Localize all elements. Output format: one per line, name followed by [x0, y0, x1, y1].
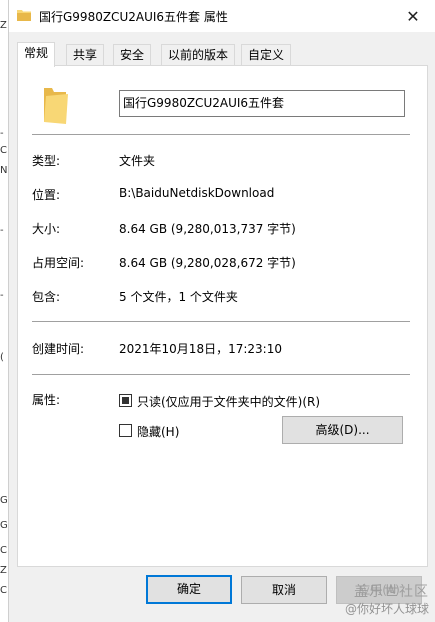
hidden-checkbox[interactable]	[119, 424, 132, 437]
title-bar[interactable]: 国行G9980ZCU2AUI6五件套 属性 ✕	[9, 0, 435, 32]
properties-dialog: 国行G9980ZCU2AUI6五件套 属性 ✕ 常规 共享 安全 以前的版本 自…	[8, 0, 435, 622]
background-char: C	[0, 145, 7, 156]
background-char: (	[0, 352, 4, 363]
separator	[32, 321, 410, 322]
background-char: G	[0, 520, 8, 531]
window-title: 国行G9980ZCU2AUI6五件套 属性	[39, 10, 228, 24]
background-char: N	[0, 165, 8, 176]
separator	[32, 134, 410, 135]
readonly-checkbox[interactable]	[119, 394, 132, 407]
background-window: Z - C N - - ( G G C Z C	[0, 0, 8, 622]
contains-value: 5 个文件，1 个文件夹	[119, 290, 238, 304]
tab-general[interactable]: 常规	[17, 42, 56, 67]
background-char: G	[0, 495, 8, 506]
background-char: -	[0, 225, 4, 236]
background-char: -	[0, 128, 4, 139]
cancel-button[interactable]: 取消	[241, 576, 327, 604]
background-char: Z	[0, 565, 7, 576]
contains-label: 包含:	[32, 290, 61, 304]
location-value: B:\BaiduNetdiskDownload	[119, 186, 275, 200]
tab-security[interactable]: 安全	[113, 44, 152, 66]
background-char: C	[0, 545, 7, 556]
tab-sharing[interactable]: 共享	[66, 44, 105, 66]
advanced-button[interactable]: 高级(D)...	[282, 416, 403, 444]
close-button[interactable]: ✕	[390, 0, 435, 32]
folder-icon	[17, 10, 31, 21]
tab-customize[interactable]: 自定义	[241, 44, 292, 66]
folder-name-input[interactable]: 国行G9980ZCU2AUI6五件套	[119, 90, 405, 117]
ok-button[interactable]: 确定	[146, 575, 232, 604]
folder-icon	[44, 88, 68, 124]
size-on-disk-label: 占用空间:	[32, 256, 85, 270]
background-char: C	[0, 585, 7, 596]
type-value: 文件夹	[119, 154, 156, 168]
watermark-line1: 盖乐世社区	[354, 584, 429, 600]
background-char: Z	[0, 20, 7, 31]
location-label: 位置:	[32, 188, 61, 202]
attributes-label: 属性:	[32, 393, 61, 407]
separator	[32, 374, 410, 375]
readonly-label[interactable]: 只读(仅应用于文件夹中的文件)(R)	[137, 393, 320, 410]
size-on-disk-value: 8.64 GB (9,280,028,672 字节)	[119, 256, 296, 270]
type-label: 类型:	[32, 154, 61, 168]
tab-previous-versions[interactable]: 以前的版本	[161, 44, 236, 66]
background-text: Z - C N - - ( G G C Z C	[0, 0, 8, 622]
close-icon: ✕	[406, 6, 420, 26]
size-value: 8.64 GB (9,280,013,737 字节)	[119, 222, 296, 236]
general-panel: 国行G9980ZCU2AUI6五件套 类型: 文件夹 位置: B:\BaiduN…	[17, 65, 428, 567]
hidden-label[interactable]: 隐藏(H)	[137, 423, 179, 440]
created-label: 创建时间:	[32, 342, 85, 356]
size-label: 大小:	[32, 222, 61, 236]
created-value: 2021年10月18日，17:23:10	[119, 342, 282, 356]
watermark-line2: @你好坏人球球	[344, 602, 429, 616]
background-char: -	[0, 290, 4, 301]
watermark: 盖乐世社区 @你好坏人球球	[345, 584, 429, 618]
